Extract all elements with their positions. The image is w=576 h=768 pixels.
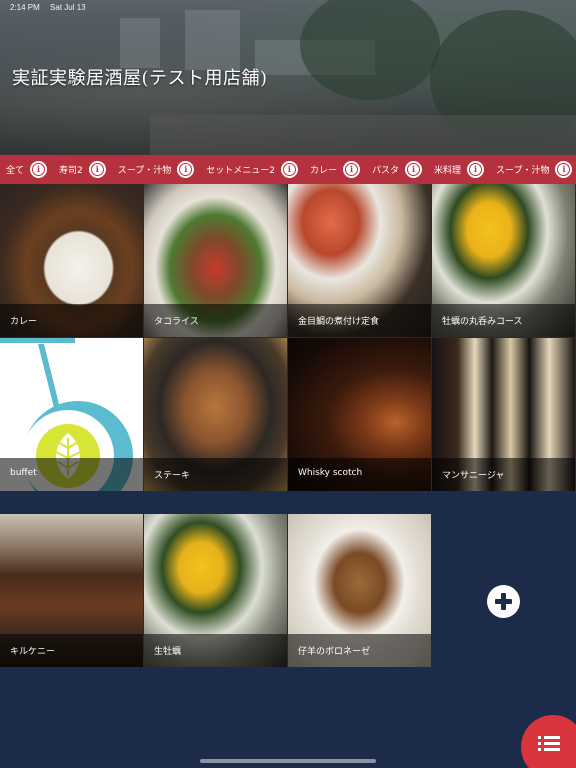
category-pasta[interactable]: パスタ i (372, 161, 428, 178)
menu-item-raw-oyster[interactable]: 生牡蠣 (144, 514, 287, 667)
menu-item-label: 金目鯛の煮付け定食 (288, 304, 431, 337)
store-header: 2:14 PM Sat Jul 13 実証実験居酒屋(テスト用店舗) (0, 0, 576, 155)
info-icon[interactable]: i (342, 161, 360, 178)
menu-item-label: カレー (0, 304, 143, 337)
info-icon[interactable]: i (555, 161, 573, 178)
menu-item-kinmedai-set[interactable]: 金目鯛の煮付け定食 (288, 184, 431, 337)
menu-list-button[interactable] (521, 715, 576, 768)
category-sushi2[interactable]: 寿司2 i (59, 161, 112, 178)
status-date: Sat Jul 13 (50, 3, 86, 12)
menu-item-label: 牡蠣の丸呑みコース (432, 304, 575, 337)
category-all[interactable]: 全て i (6, 161, 53, 178)
home-indicator[interactable] (200, 759, 376, 763)
category-rice[interactable]: 米料理 i (434, 161, 490, 178)
category-label: 米料理 (433, 166, 461, 176)
menu-grid: カレー タコライス 金目鯛の煮付け定食 牡蠣の丸呑みコース buffet ステー… (0, 184, 576, 689)
category-label: セットメニュー2 (206, 166, 275, 176)
category-bar[interactable]: 全て i 寿司2 i スープ・汁物 i セットメニュー2 i カレー i パスタ… (0, 155, 576, 184)
menu-item-steak[interactable]: ステーキ (144, 338, 287, 491)
info-icon[interactable]: i (404, 161, 422, 178)
category-label: カレー (309, 166, 337, 176)
menu-item-label: 仔羊のボロネーゼ (288, 634, 431, 667)
menu-item-kilkenny[interactable]: キルケニー (0, 514, 143, 667)
menu-item-oyster-course[interactable]: 牡蠣の丸呑みコース (432, 184, 575, 337)
menu-item-label: 生牡蠣 (144, 634, 287, 667)
category-set-menu2[interactable]: セットメニュー2 i (206, 161, 304, 178)
header-photo-tree (300, 0, 440, 100)
menu-item-label: Whisky scotch (288, 458, 431, 491)
menu-item-label: buffet (0, 458, 143, 491)
category-soup[interactable]: スープ・汁物 i (118, 161, 200, 178)
header-photo-road (150, 115, 576, 155)
category-label: スープ・汁物 (117, 166, 172, 176)
menu-item-buffet[interactable]: buffet (0, 338, 143, 491)
menu-item-taco-rice[interactable]: タコライス (144, 184, 287, 337)
menu-item-curry[interactable]: カレー (0, 184, 143, 337)
category-curry[interactable]: カレー i (310, 161, 366, 178)
category-label: スープ・汁物 (496, 166, 550, 176)
menu-item-label: ステーキ (144, 458, 287, 491)
info-icon[interactable]: i (88, 161, 106, 178)
store-title: 実証実験居酒屋(テスト用店舗) (12, 68, 268, 89)
plus-circle-icon[interactable] (487, 585, 520, 618)
info-icon[interactable]: i (177, 161, 195, 178)
info-icon[interactable]: i (280, 161, 298, 178)
status-time: 2:14 PM (10, 3, 40, 12)
menu-item-whisky-scotch[interactable]: Whisky scotch (288, 338, 431, 491)
menu-item-lamb-bolognese[interactable]: 仔羊のボロネーゼ (288, 514, 431, 667)
category-label: パスタ (371, 166, 399, 176)
header-photo-building (120, 18, 160, 68)
status-bar: 2:14 PM Sat Jul 13 (10, 3, 94, 12)
category-soup-2[interactable]: スープ・汁物 i (496, 161, 576, 178)
menu-item-label: キルケニー (0, 634, 143, 667)
info-icon[interactable]: i (467, 161, 484, 178)
header-photo-building (185, 10, 240, 70)
menu-item-label: マンサニージャ (432, 458, 575, 491)
category-label: 寿司2 (59, 166, 83, 176)
info-icon[interactable]: i (30, 161, 48, 178)
menu-item-label: タコライス (144, 304, 287, 337)
list-icon (538, 736, 560, 752)
category-label: 全て (6, 166, 25, 176)
menu-item-manzanilla[interactable]: マンサニージャ (432, 338, 575, 491)
